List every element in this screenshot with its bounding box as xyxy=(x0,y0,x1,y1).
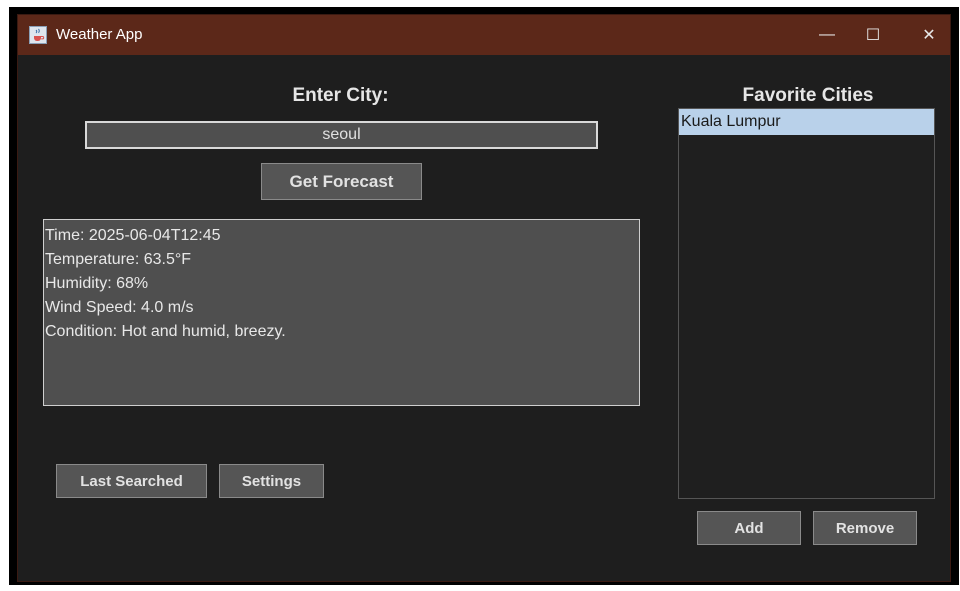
city-input[interactable] xyxy=(85,121,598,149)
forecast-condition-line: Condition: Hot and humid, breezy. xyxy=(45,323,286,340)
forecast-temperature-line: Temperature: 63.5°F xyxy=(45,251,192,268)
forecast-humidity-line: Humidity: 68% xyxy=(45,275,149,292)
settings-button[interactable]: Settings xyxy=(219,464,324,498)
favorite-cities-list[interactable]: Kuala Lumpur xyxy=(678,108,935,499)
java-cup-icon xyxy=(29,26,47,44)
close-button[interactable]: ✕ xyxy=(906,15,952,55)
forecast-output[interactable]: Time: 2025-06-04T12:45 Temperature: 63.5… xyxy=(43,219,640,406)
forecast-time-line: Time: 2025-06-04T12:45 xyxy=(45,227,221,244)
minimize-icon: — xyxy=(819,26,835,43)
favorite-city-item[interactable]: Kuala Lumpur xyxy=(679,109,934,135)
forecast-wind-line: Wind Speed: 4.0 m/s xyxy=(45,299,194,316)
add-favorite-button[interactable]: Add xyxy=(697,511,801,545)
get-forecast-button[interactable]: Get Forecast xyxy=(261,163,422,200)
window-title: Weather App xyxy=(56,26,143,43)
last-searched-button[interactable]: Last Searched xyxy=(56,464,207,498)
maximize-icon: ☐ xyxy=(865,27,881,44)
favorite-cities-title: Favorite Cities xyxy=(742,85,874,106)
maximize-button[interactable]: ☐ xyxy=(850,15,896,55)
enter-city-label: Enter City: xyxy=(292,85,389,106)
remove-favorite-button[interactable]: Remove xyxy=(813,511,917,545)
title-bar[interactable]: Weather App — ☐ ✕ xyxy=(18,15,950,55)
close-icon: ✕ xyxy=(922,27,936,44)
app-window: Weather App — ☐ ✕ Enter City: Get Foreca… xyxy=(17,14,951,582)
minimize-button[interactable]: — xyxy=(804,15,850,55)
